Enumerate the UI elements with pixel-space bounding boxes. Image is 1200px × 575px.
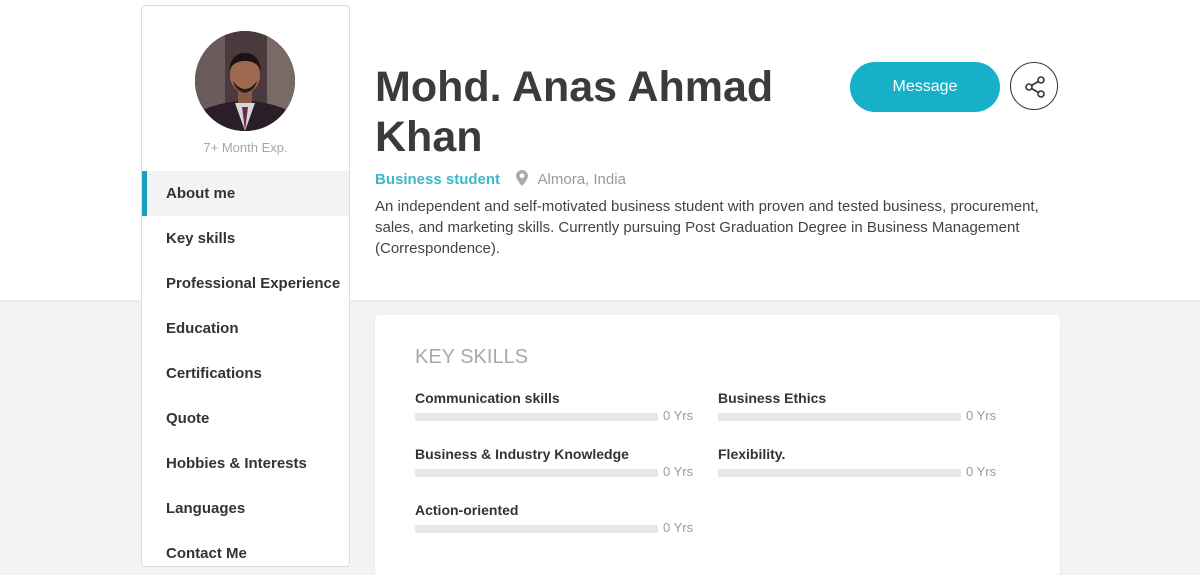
- profile-role: Business student: [375, 171, 501, 188]
- share-icon: [1025, 76, 1045, 98]
- share-button[interactable]: [1010, 62, 1058, 110]
- sidebar-item-languages[interactable]: Languages: [142, 486, 349, 531]
- message-button[interactable]: Message: [850, 62, 1000, 112]
- experience-label: 7+ Month Exp.: [203, 140, 288, 155]
- skill-item: Action-oriented 0 Yrs: [415, 502, 695, 542]
- skill-years: 0 Yrs: [663, 464, 694, 479]
- skill-years: 0 Yrs: [966, 464, 997, 479]
- sidebar-item-quote[interactable]: Quote: [142, 396, 349, 441]
- skill-progress-bar: [415, 469, 658, 477]
- skill-item: Business Ethics 0 Yrs: [718, 390, 998, 430]
- skill-item: Flexibility. 0 Yrs: [718, 446, 998, 486]
- skill-item: Communication skills 0 Yrs: [415, 390, 695, 430]
- sidebar-item-professional-experience[interactable]: Professional Experience: [142, 261, 349, 306]
- location-pin-icon: [516, 170, 529, 190]
- sidebar-item-hobbies-interests[interactable]: Hobbies & Interests: [142, 441, 349, 486]
- skill-years: 0 Yrs: [966, 408, 997, 423]
- sidebar-item-education[interactable]: Education: [142, 306, 349, 351]
- avatar: [195, 31, 295, 131]
- skill-progress-bar: [718, 469, 961, 477]
- sidebar-item-contact-me[interactable]: Contact Me: [142, 531, 349, 566]
- key-skills-card: KEY SKILLS Communication skills 0 Yrs Bu…: [375, 315, 1060, 575]
- profile-location: Almora, India: [537, 171, 626, 188]
- skill-progress-bar: [415, 413, 658, 421]
- sidebar-item-certifications[interactable]: Certifications: [142, 351, 349, 396]
- skill-name: Flexibility.: [718, 446, 786, 462]
- key-skills-title: KEY SKILLS: [415, 346, 529, 368]
- skill-name: Business Ethics: [718, 390, 827, 406]
- profile-name: Mohd. Anas Ahmad Khan: [375, 63, 774, 161]
- skill-progress-bar: [415, 525, 658, 533]
- sidebar-item-key-skills[interactable]: Key skills: [142, 216, 349, 261]
- profile-bio: An independent and self-motivated busine…: [375, 198, 1039, 257]
- profile-subline: Business student Almora, India: [375, 170, 626, 190]
- skill-name: Action-oriented: [415, 502, 519, 518]
- skill-years: 0 Yrs: [663, 408, 694, 423]
- skill-item: Business & Industry Knowledge 0 Yrs: [415, 446, 695, 486]
- profile-sidebar: 7+ Month Exp. About me Key skills Profes…: [141, 5, 350, 567]
- sidebar-item-about-me[interactable]: About me: [142, 171, 349, 216]
- skill-years: 0 Yrs: [663, 520, 694, 535]
- sidebar-nav: About me Key skills Professional Experie…: [142, 171, 349, 566]
- skill-name: Business & Industry Knowledge: [415, 446, 629, 462]
- skill-progress-bar: [718, 413, 961, 421]
- skill-name: Communication skills: [415, 390, 560, 406]
